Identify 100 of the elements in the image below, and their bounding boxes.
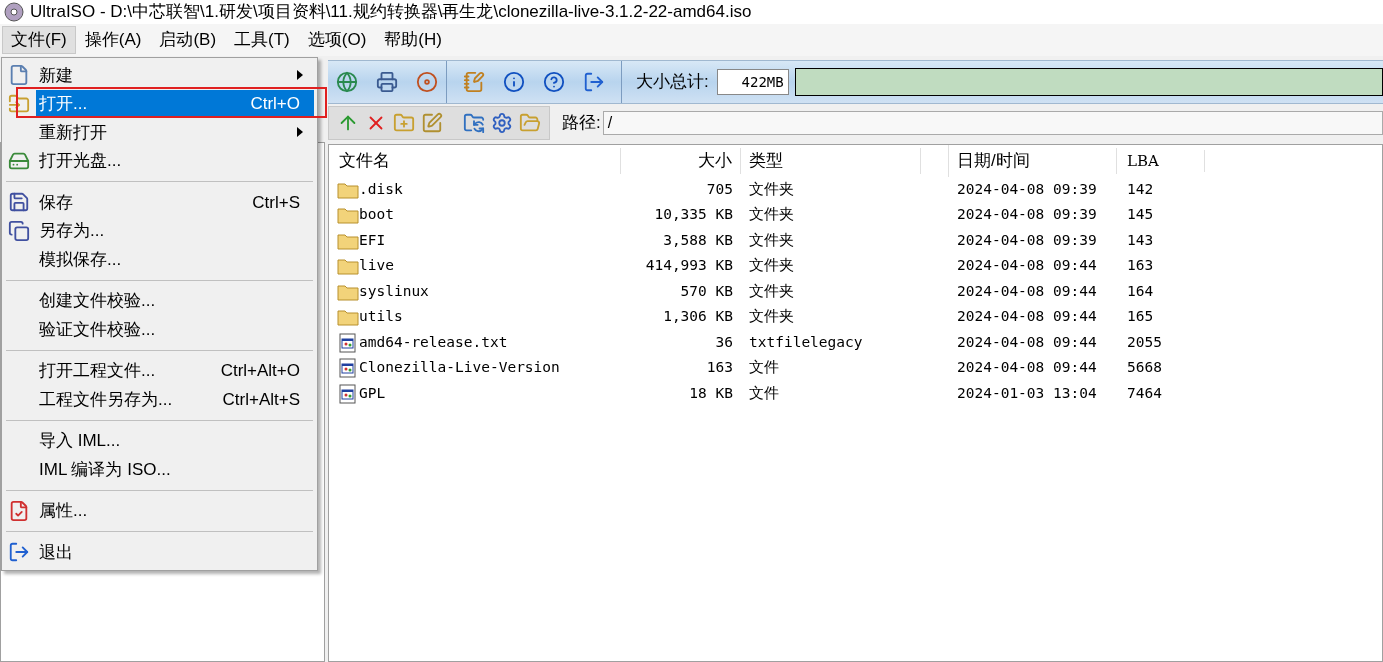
exit-icon[interactable] [583,71,605,93]
disc-icon[interactable] [416,71,438,93]
file-icon[interactable] [8,64,30,87]
file-size: 10,335 KB [653,205,734,225]
file-date: 2024-01-03 13:04 [956,383,1098,403]
menu-item[interactable]: IML 编译为 ISO... [36,455,314,484]
file-size: 18 KB [688,383,734,403]
folder-icon [337,180,359,199]
file-name[interactable]: syslinux [359,280,429,303]
size-value-field: 422MB [716,69,789,95]
file-name[interactable]: amd64-release.txt [359,331,508,354]
document-icon [339,383,357,404]
file-lba: 165 [1126,307,1155,327]
file-name[interactable]: .disk [359,178,403,201]
file-size: 163 [705,358,734,378]
help-icon[interactable] [543,71,565,93]
menu-item[interactable]: 属性... [36,496,314,525]
menu-item[interactable]: 帮助(H) [375,26,451,54]
info-icon[interactable] [503,71,525,93]
menu-item[interactable]: 退出 [36,538,314,567]
file-lba: 145 [1126,205,1155,225]
menu-item[interactable]: 保存 Ctrl+S [36,188,314,217]
path-label: 路径: [562,112,601,135]
column-header[interactable]: 文件名 [329,148,621,174]
file-type: 文件夹 [748,256,795,276]
file-date: 2024-04-08 09:44 [956,256,1098,276]
file-date: 2024-04-08 09:44 [956,307,1098,327]
folder-icon [337,206,359,225]
file-type: txtfilelegacy [748,332,864,352]
menu-item[interactable]: 创建文件校验... [36,286,314,315]
file-lba: 163 [1126,256,1155,276]
menu-item[interactable]: 工具(T) [225,26,299,54]
file-date: 2024-04-08 09:39 [956,230,1098,250]
file-size: 36 [714,332,734,352]
rename-icon[interactable] [421,112,443,134]
file-type: 文件 [748,383,780,403]
file-date: 2024-04-08 09:39 [956,179,1098,199]
menu-item[interactable]: 打开... Ctrl+O [36,89,314,118]
file-type: 文件夹 [748,281,795,301]
menu-item[interactable]: 选项(O) [298,26,376,54]
file-lba: 164 [1126,281,1155,301]
folder-icon [337,308,359,327]
file-size: 3,588 KB [662,230,734,250]
size-total-label: 大小总计: [636,71,709,94]
copy-icon[interactable] [8,219,30,242]
file-lba: 142 [1126,179,1155,199]
folder-icon[interactable] [8,92,30,115]
file-date: 2024-04-08 09:39 [956,205,1098,225]
file-size: 414,993 KB [644,256,734,276]
column-header[interactable]: 大小 [621,148,741,174]
notepad-icon[interactable] [463,71,485,93]
menu-item[interactable]: 导入 IML... [36,426,314,455]
file-lba: 7464 [1126,383,1163,403]
save-icon[interactable] [8,191,30,214]
document-icon [339,358,357,379]
file-type: 文件 [748,358,780,378]
document-check-icon[interactable] [8,499,30,522]
menu-item[interactable]: 文件(F) [2,26,76,54]
file-name[interactable]: utils [359,306,403,329]
column-header[interactable]: 类型 [741,148,921,174]
menu-item[interactable]: 验证文件校验... [36,315,314,344]
settings-icon[interactable] [491,112,513,134]
file-size: 1,306 KB [662,307,734,327]
folder-icon [337,282,359,301]
menu-item[interactable]: 操作(A) [75,26,151,54]
menu-item[interactable]: 新建 [36,61,314,90]
folder-icon [337,257,359,276]
menu-item[interactable]: 打开光盘... [36,146,314,175]
file-name[interactable]: Clonezilla-Live-Version [359,357,560,380]
file-size: 570 KB [679,281,734,301]
menu-item[interactable]: 重新打开 [36,118,314,147]
file-lba: 2055 [1126,332,1163,352]
printer-icon[interactable] [376,71,398,93]
file-lba: 5668 [1126,358,1163,378]
menu-item[interactable]: 工程文件另存为... Ctrl+Alt+S [36,385,314,414]
file-date: 2024-04-08 09:44 [956,358,1098,378]
window-title: UltraISO - D:\中芯联智\1.研发\项目资料\11.规约转换器\再生龙\clonezilla-live-3.1.2-22-amd64.iso [30,1,752,24]
file-lba: 143 [1126,230,1155,250]
file-type: 文件夹 [748,230,795,250]
file-size: 705 [705,179,734,199]
column-header[interactable]: 日期/时间 [949,148,1117,174]
menu-item[interactable]: 打开工程文件... Ctrl+Alt+O [36,356,314,385]
menu-item[interactable]: 启动(B) [150,26,226,54]
column-header[interactable]: LBA [1117,149,1205,173]
file-name[interactable]: EFI [359,229,386,252]
folder-icon[interactable] [463,112,485,134]
file-date: 2024-04-08 09:44 [956,332,1098,352]
file-type: 文件夹 [748,307,795,327]
file-name[interactable]: live [359,255,394,278]
menu-item[interactable]: 模拟保存... [36,245,314,274]
path-field[interactable]: / [602,111,1383,135]
folder-icon [337,231,359,250]
file-date: 2024-04-08 09:44 [956,281,1098,301]
file-name[interactable]: GPL [359,382,386,405]
globe-icon[interactable] [336,71,358,93]
file-name[interactable]: boot [359,204,394,227]
file-type: 文件夹 [748,205,795,225]
exit-icon[interactable] [8,541,30,564]
file-type: 文件夹 [748,179,795,199]
menu-item[interactable]: 另存为... [36,216,314,245]
